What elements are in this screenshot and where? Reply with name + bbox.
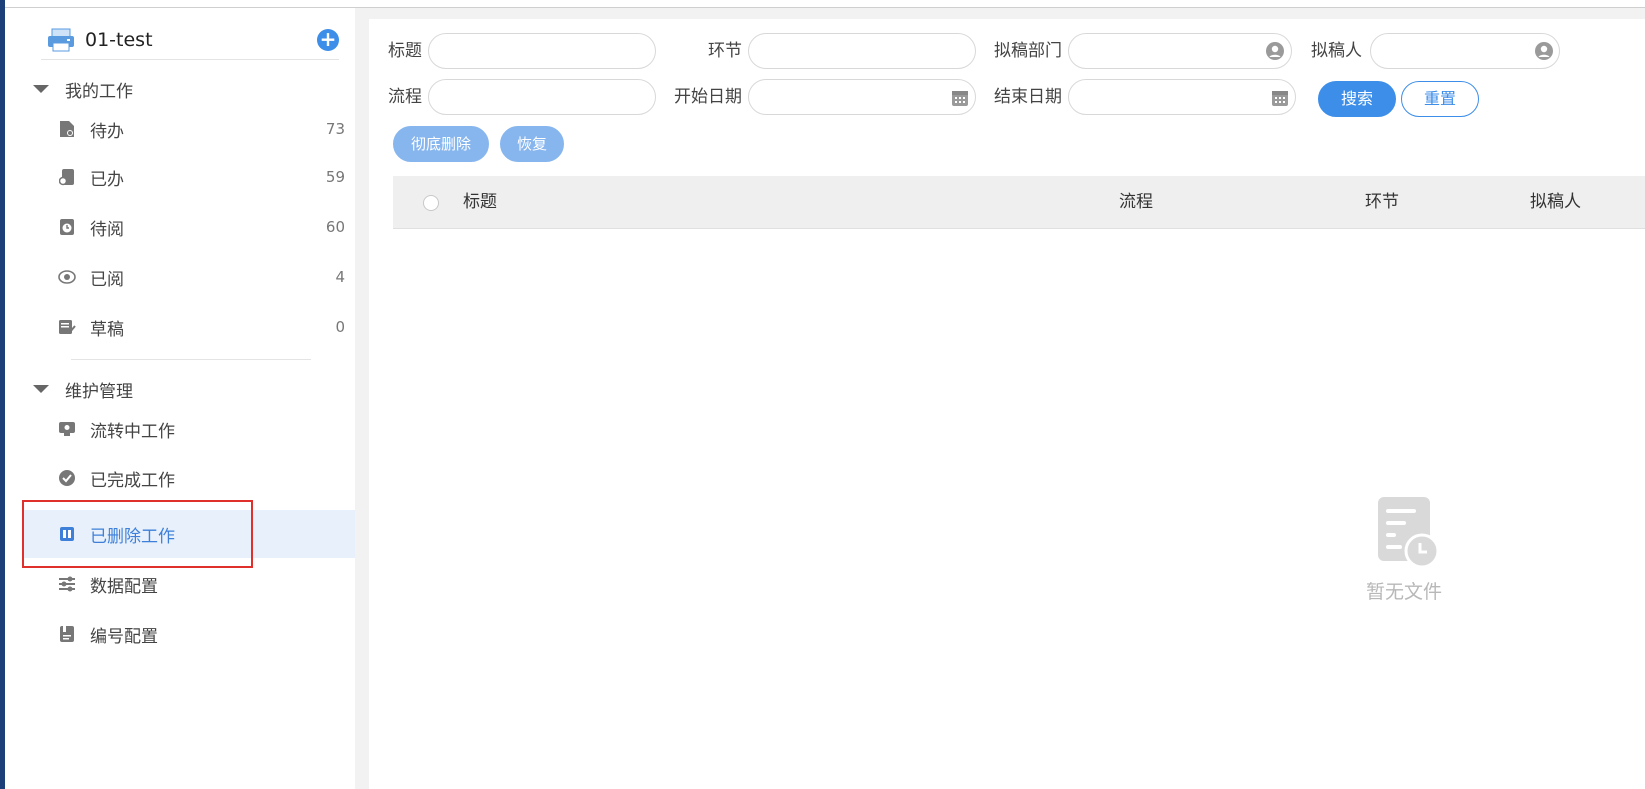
user-picker-icon[interactable] xyxy=(1265,41,1285,61)
drafter-input[interactable] xyxy=(1370,33,1560,69)
check-circle-icon xyxy=(58,469,76,487)
highlight-box xyxy=(22,500,253,568)
empty-file-icon xyxy=(1368,493,1440,573)
purge-button[interactable]: 彻底删除 xyxy=(393,126,489,162)
dept-input[interactable] xyxy=(1068,33,1292,69)
sidebar-item-label: 草稿 xyxy=(90,319,124,340)
table-header: 标题 流程 环节 拟稿人 xyxy=(393,176,1645,229)
read-eye-icon xyxy=(58,268,76,286)
sidebar-item-number-config[interactable]: 编号配置 xyxy=(22,610,355,658)
column-header-title[interactable]: 标题 xyxy=(463,176,497,229)
sidebar-item-todo[interactable]: 待办 73 xyxy=(22,105,355,153)
sidebar-item-done[interactable]: 已办 59 xyxy=(22,153,355,201)
sidebar-item-label: 编号配置 xyxy=(90,626,158,647)
calendar-icon[interactable] xyxy=(950,88,970,108)
sidebar-item-label: 流转中工作 xyxy=(90,421,175,442)
draft-edit-icon xyxy=(58,318,76,336)
group-label: 我的工作 xyxy=(65,81,133,102)
drafter-label: 拟稿人 xyxy=(1311,41,1362,61)
sidebar-item-label: 已办 xyxy=(90,169,124,190)
done-doc-icon xyxy=(58,168,76,186)
flow-label: 流程 xyxy=(388,87,422,107)
dept-label: 拟稿部门 xyxy=(994,41,1062,61)
count-badge: 0 xyxy=(335,318,345,336)
start-date-input[interactable] xyxy=(748,79,976,115)
caret-down-icon xyxy=(33,385,49,393)
sidebar-item-draft[interactable]: 草稿 0 xyxy=(22,303,355,351)
end-date-label: 结束日期 xyxy=(994,87,1062,107)
group-my-work[interactable]: 我的工作 xyxy=(27,69,133,109)
empty-state-text: 暂无文件 xyxy=(1365,581,1442,603)
sidebar-item-read[interactable]: 已阅 4 xyxy=(22,253,355,301)
app-header: 01-test + xyxy=(41,20,339,60)
select-all-checkbox[interactable] xyxy=(423,195,439,211)
column-header-flow[interactable]: 流程 xyxy=(1119,176,1153,229)
column-header-node[interactable]: 环节 xyxy=(1365,176,1399,229)
caret-down-icon xyxy=(33,85,49,93)
window-top-border xyxy=(0,0,1645,8)
start-date-label: 开始日期 xyxy=(674,87,742,107)
divider xyxy=(71,359,311,360)
sidebar-item-label: 已完成工作 xyxy=(90,470,175,491)
group-label: 维护管理 xyxy=(65,381,133,402)
sliders-icon xyxy=(58,575,76,593)
count-badge: 59 xyxy=(325,168,345,186)
sidebar-item-label: 数据配置 xyxy=(90,576,158,597)
sidebar-item-label: 待阅 xyxy=(90,219,124,240)
node-label: 环节 xyxy=(708,41,742,61)
toread-clock-icon xyxy=(58,218,76,236)
title-input[interactable] xyxy=(428,33,656,69)
flow-input[interactable] xyxy=(428,79,656,115)
sidebar-item-toread[interactable]: 待阅 60 xyxy=(22,203,355,251)
app-title: 01-test xyxy=(85,28,153,51)
in-flow-icon xyxy=(58,420,76,438)
user-picker-icon[interactable] xyxy=(1534,41,1554,61)
end-date-input[interactable] xyxy=(1068,79,1296,115)
number-config-icon xyxy=(58,625,76,643)
reset-button[interactable]: 重置 xyxy=(1401,81,1479,117)
count-badge: 60 xyxy=(325,218,345,236)
todo-doc-icon xyxy=(58,120,76,138)
count-badge: 4 xyxy=(335,268,345,286)
sidebar-item-completed[interactable]: 已完成工作 xyxy=(22,454,355,502)
title-label: 标题 xyxy=(388,41,422,61)
plus-circle-icon[interactable]: + xyxy=(317,28,339,51)
printer-icon xyxy=(47,28,75,52)
sidebar: 01-test + 我的工作 待办 73 已办 59 待阅 60 已阅 4 草稿… xyxy=(5,8,355,789)
sidebar-item-in-flow[interactable]: 流转中工作 xyxy=(22,405,355,453)
sidebar-item-label: 已阅 xyxy=(90,269,124,290)
sidebar-item-label: 待办 xyxy=(90,121,124,142)
empty-state: 暂无文件 xyxy=(1348,493,1460,604)
column-header-drafter[interactable]: 拟稿人 xyxy=(1530,176,1581,229)
node-input[interactable] xyxy=(748,33,976,69)
restore-button[interactable]: 恢复 xyxy=(500,126,564,162)
calendar-icon[interactable] xyxy=(1270,88,1290,108)
count-badge: 73 xyxy=(325,120,345,138)
group-maintenance[interactable]: 维护管理 xyxy=(27,369,133,409)
search-button[interactable]: 搜索 xyxy=(1318,81,1396,117)
